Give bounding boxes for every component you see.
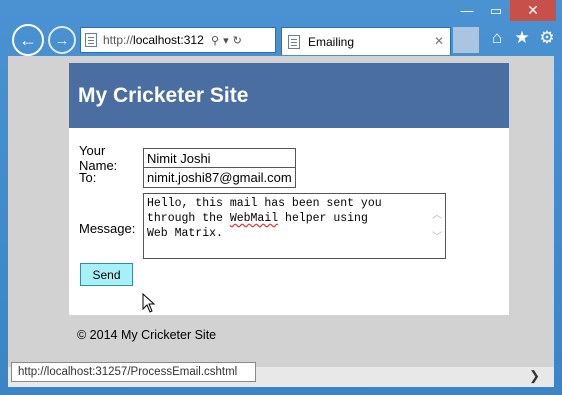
page-icon (288, 34, 300, 49)
close-tab-icon[interactable]: ✕ (434, 34, 444, 48)
chevron-down-icon[interactable]: ▾ (223, 34, 229, 47)
new-tab-button[interactable] (453, 27, 479, 53)
arrow-right-icon: → (54, 31, 70, 49)
textarea-scrollbar[interactable]: ︿ ﹀ (432, 206, 442, 250)
refresh-icon[interactable]: ↻ (233, 34, 242, 47)
to-row: To: nimit.joshi87@gmail.com (69, 167, 296, 188)
message-textarea[interactable]: Hello, this mail has been sent you throu… (143, 193, 446, 259)
message-row: Message: Hello, this mail has been sent … (69, 193, 446, 259)
send-button[interactable]: Send (80, 263, 133, 286)
to-label: To: (79, 170, 97, 185)
gear-icon[interactable]: ⚙ (536, 28, 558, 48)
tab-emailing[interactable]: Emailing ✕ (281, 27, 451, 55)
name-input[interactable]: Nimit Joshi (143, 147, 296, 169)
status-bar-url: http://localhost:31257/ProcessEmail.csht… (11, 362, 256, 382)
site-header: My Cricketer Site (69, 63, 509, 128)
site-title: My Cricketer Site (78, 83, 249, 107)
forward-button[interactable]: → (48, 26, 76, 54)
page-icon (85, 33, 97, 47)
tab-title: Emailing (308, 34, 355, 49)
favorites-icon[interactable]: ★ (511, 28, 533, 48)
browser-window: — ▭ ✕ ← → http://localhost:312 ⚲ ▾ ↻ Ema… (0, 0, 562, 395)
close-window-button[interactable]: ✕ (510, 0, 556, 21)
maximize-button[interactable]: ▭ (482, 0, 510, 21)
search-icon[interactable]: ⚲ (211, 34, 219, 47)
message-label: Message: (79, 221, 136, 236)
mouse-cursor-icon (142, 293, 156, 313)
chevron-down-icon[interactable]: ﹀ (432, 233, 442, 244)
arrow-left-icon: ← (19, 29, 37, 50)
site-footer: © 2014 My Cricketer Site (77, 328, 217, 342)
chevron-right-icon[interactable]: ❯ (529, 368, 540, 384)
minimize-button[interactable]: — (452, 0, 482, 21)
page-viewport: My Cricketer Site Your Name: Nimit Joshi… (8, 56, 554, 367)
home-icon[interactable]: ⌂ (486, 28, 508, 48)
chevron-up-icon[interactable]: ︿ (432, 211, 442, 222)
back-button[interactable]: ← (12, 24, 44, 56)
to-input[interactable]: nimit.joshi87@gmail.com (143, 167, 296, 188)
address-bar[interactable]: http://localhost:312 ⚲ ▾ ↻ (80, 27, 276, 53)
address-url[interactable]: http://localhost:312 (103, 33, 207, 47)
content-card: My Cricketer Site Your Name: Nimit Joshi… (69, 63, 509, 315)
